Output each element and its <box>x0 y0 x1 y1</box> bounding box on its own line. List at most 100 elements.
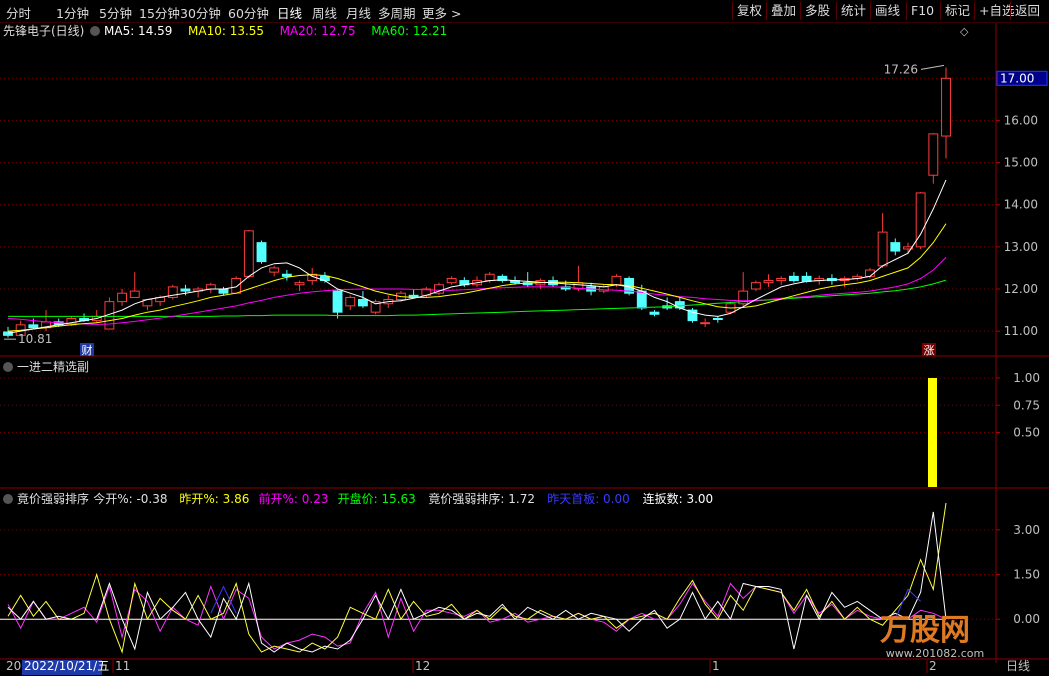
candle-body-down <box>636 290 647 309</box>
stock-chart: 17.0016.0015.0014.0013.0012.0011.0017.00… <box>0 23 1049 675</box>
toolbar-button-7[interactable]: +自选 <box>974 2 1014 20</box>
month-label-2: 1 <box>712 659 720 673</box>
sub2-legend-7: 连扳数: 3.00 <box>643 491 714 506</box>
price-tick-label-6: 11.00 <box>1004 324 1038 338</box>
finance-marker: 财 <box>82 343 93 357</box>
candle-body-up <box>484 273 495 282</box>
ma-legend-3: MA60: 12.21 <box>371 24 447 38</box>
period-tab-9[interactable]: 多周期 <box>378 3 416 22</box>
price-tick-label-4: 13.00 <box>1004 240 1038 254</box>
toolbar-button-0[interactable]: 复权 <box>732 2 762 20</box>
ma-legend-0: MA5: 14.59 <box>104 24 172 38</box>
candle-body-down <box>712 318 723 320</box>
month-label-0: 11 <box>115 659 130 673</box>
osc-white-line <box>7 511 947 653</box>
sub2-tick-label-1: 1.50 <box>1013 568 1040 582</box>
low-price-label: 10.81 <box>18 332 52 346</box>
period-tab-7[interactable]: 周线 <box>312 3 337 22</box>
sub1-signal-bar <box>928 378 937 487</box>
candle-body-up <box>776 277 787 282</box>
candle-body-down <box>218 288 229 294</box>
ma5-line <box>7 179 947 334</box>
candle-body-up <box>243 230 254 277</box>
price-tick-label-3: 14.00 <box>1004 198 1038 212</box>
candle-body-up <box>763 280 774 284</box>
price-tick-label-2: 15.00 <box>1004 156 1038 170</box>
period-tab-5[interactable]: 60分钟 <box>228 3 269 22</box>
high-marker-line <box>920 64 945 70</box>
toolbar-button-5[interactable]: F10 <box>906 2 934 20</box>
sub2-legend-3: 前开%: 0.23 <box>259 491 329 506</box>
price-tick-label-1: 16.00 <box>1004 113 1038 127</box>
candle-body-up <box>205 284 216 290</box>
date-cursor-label: 2022/10/21/五 <box>24 659 109 673</box>
candle-body-up <box>928 133 939 176</box>
ma-settings-icon[interactable] <box>90 26 100 36</box>
candle-body-down <box>28 324 39 329</box>
candle-body-up <box>129 290 140 298</box>
candle-body-up <box>941 77 951 137</box>
sub2-tick-label-0: 3.00 <box>1013 523 1040 537</box>
candle-body-up <box>117 292 128 303</box>
period-tab-8[interactable]: 月线 <box>346 3 371 22</box>
candle-body-up <box>750 282 761 290</box>
candle-body-up <box>345 296 356 307</box>
candle-body-down <box>357 299 368 307</box>
osc-yellow-line <box>7 502 947 654</box>
ma-legend-2: MA20: 12.75 <box>280 24 356 38</box>
toolbar-button-2[interactable]: 多股 <box>800 2 830 20</box>
candle-body-up <box>598 286 609 292</box>
sub2-legend-6: 昨天首板: 0.00 <box>547 492 630 506</box>
period-tab-0[interactable]: 分时 <box>6 3 31 22</box>
toolbar-button-8[interactable]: 返回 <box>1010 2 1040 20</box>
toolbar-button-6[interactable]: 标记 <box>940 2 970 20</box>
month-label-3: 2 <box>929 659 937 673</box>
toolbar-button-1[interactable]: 叠加 <box>766 2 796 20</box>
sub1-tick-label-0: 1.00 <box>1013 371 1040 385</box>
watermark-logo: 万股网 <box>880 613 970 648</box>
candle-body-down <box>332 290 343 313</box>
sub2-legend-5: 竟价强弱排序: 1.72 <box>428 491 535 506</box>
period-tab-3[interactable]: 15分钟 <box>139 3 180 22</box>
candle-body-up <box>231 277 242 294</box>
candle-body-down <box>788 275 799 282</box>
period-tab-1[interactable]: 1分钟 <box>56 3 89 22</box>
candle-body-up <box>877 231 888 267</box>
sub2-legend-4: 开盘价: 15.63 <box>338 491 416 506</box>
period-tab-6[interactable]: 日线 <box>277 3 302 22</box>
candle-body-down <box>180 288 191 292</box>
candle-body-down <box>890 242 901 252</box>
toolbar-button-3[interactable]: 统计 <box>836 2 866 20</box>
sub2-tick-label-2: 0.00 <box>1013 612 1040 626</box>
panel-options-icon: ◇ <box>960 25 969 38</box>
candle-body-down <box>674 301 685 309</box>
candle-body-up <box>700 322 711 325</box>
period-axis-label: 日线 <box>1006 659 1030 673</box>
candle-body-up <box>611 275 622 286</box>
sub1-tick-label-2: 0.50 <box>1013 426 1040 440</box>
sub1-tick-label-1: 0.75 <box>1013 398 1040 412</box>
period-tab-4[interactable]: 30分钟 <box>180 3 221 22</box>
high-price-label: 17.26 <box>884 62 918 76</box>
ma-legend-1: MA10: 13.55 <box>188 24 264 38</box>
period-toolbar: 分时 1分钟 5分钟 15分钟 30分钟 60分钟 日线 周线 月线 多周期 更多 > 复权 叠加 多股统… <box>0 0 1049 23</box>
current-price-label: 17.00 <box>1000 71 1034 85</box>
sub1-settings-icon[interactable] <box>3 362 13 372</box>
price-tick-label-5: 12.00 <box>1004 282 1038 296</box>
date-cursor-prefix: 20 <box>6 659 21 673</box>
sub2-legend-1: 今开%: -0.38 <box>93 491 167 506</box>
period-tab-10[interactable]: 更多 > <box>422 3 461 22</box>
month-label-1: 12 <box>415 659 430 673</box>
main-panel-title: 先锋电子(日线) <box>3 24 84 38</box>
candle-body-up <box>294 282 305 286</box>
candle-body-down <box>801 275 812 282</box>
sub2-legend-2: 昨开%: 3.86 <box>179 492 249 506</box>
candle-body-down <box>281 273 292 277</box>
sub1-title: 一进二精选副 <box>17 360 89 374</box>
sub2-legend-0: 竟价强弱排序 <box>17 491 89 506</box>
toolbar-button-4[interactable]: 画线 <box>870 2 900 20</box>
candle-body-up <box>269 267 280 273</box>
candle-body-up <box>446 277 457 284</box>
period-tab-2[interactable]: 5分钟 <box>99 3 132 22</box>
sub2-settings-icon[interactable] <box>3 494 13 504</box>
